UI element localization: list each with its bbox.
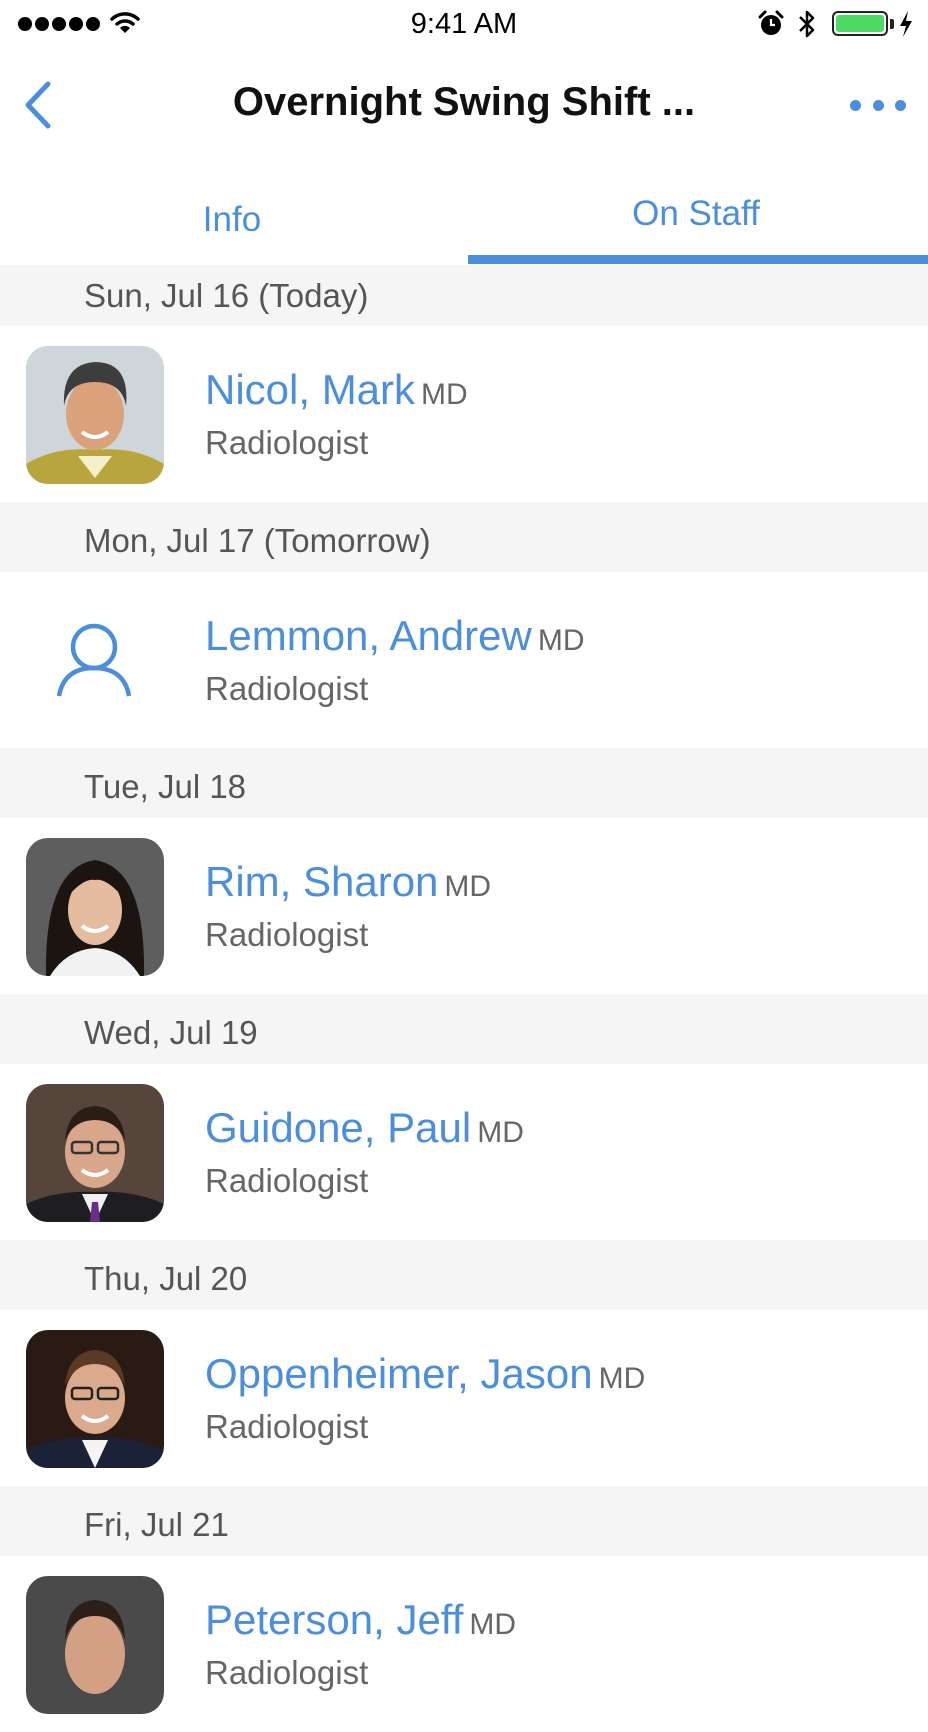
staff-role: Radiologist bbox=[205, 1162, 369, 1199]
staff-role: Radiologist bbox=[205, 916, 369, 953]
section-header-date: Fri, Jul 21 bbox=[0, 1486, 928, 1556]
staff-name: Nicol, Mark bbox=[205, 366, 416, 413]
status-time: 9:41 AM bbox=[410, 8, 518, 40]
tab-info[interactable]: Info bbox=[0, 160, 464, 265]
section-header-date: Mon, Jul 17 (Tomorrow) bbox=[0, 502, 928, 572]
staff-name: Guidone, Paul bbox=[205, 1104, 472, 1151]
on-staff-list: Sun, Jul 16 (Today) Nicol, Mark MD Radiol… bbox=[0, 265, 928, 1732]
staff-row[interactable]: Guidone, Paul MD Radiologist bbox=[0, 1064, 928, 1240]
staff-role: Radiologist bbox=[205, 1654, 369, 1691]
avatar bbox=[26, 346, 164, 484]
staff-degree: MD bbox=[444, 870, 492, 903]
staff-role: Radiologist bbox=[205, 424, 369, 461]
staff-row[interactable]: Oppenheimer, Jason MD Radiologist bbox=[0, 1310, 928, 1486]
staff-row[interactable]: Peterson, Jeff MD Radiologist bbox=[0, 1556, 928, 1732]
battery-cap bbox=[890, 19, 894, 29]
staff-row[interactable]: Lemmon, Andrew MD Radiologist bbox=[0, 572, 928, 748]
staff-degree: MD bbox=[469, 1608, 517, 1641]
tab-on-staff[interactable]: On Staff bbox=[464, 160, 928, 265]
section-header-date: Tue, Jul 18 bbox=[0, 748, 928, 818]
bluetooth-icon bbox=[799, 10, 815, 38]
avatar bbox=[26, 838, 164, 976]
staff-degree: MD bbox=[477, 1116, 524, 1149]
back-button[interactable] bbox=[18, 80, 68, 136]
staff-degree: MD bbox=[598, 1362, 646, 1395]
staff-name: Rim, Sharon bbox=[205, 858, 439, 905]
staff-name-line: Lemmon, Andrew MD bbox=[205, 612, 585, 660]
staff-name-line: Rim, Sharon MD bbox=[205, 858, 491, 906]
staff-row[interactable]: Rim, Sharon MD Radiologist bbox=[0, 818, 928, 994]
nav-bar: Overnight Swing Shift ... bbox=[0, 50, 928, 160]
more-options-button[interactable] bbox=[850, 90, 906, 120]
staff-name-line: Peterson, Jeff MD bbox=[205, 1596, 516, 1644]
avatar bbox=[26, 1330, 164, 1468]
segment-tabs: Info On Staff bbox=[0, 160, 928, 265]
staff-name: Oppenheimer, Jason bbox=[205, 1350, 593, 1397]
ellipsis-icon-dot bbox=[872, 99, 884, 111]
section-header-date: Sun, Jul 16 (Today) bbox=[0, 265, 928, 326]
staff-role: Radiologist bbox=[205, 1408, 369, 1445]
ellipsis-icon-dot bbox=[850, 99, 861, 111]
battery-icon bbox=[832, 11, 888, 36]
person-placeholder-icon bbox=[56, 623, 132, 697]
alarm-clock-icon bbox=[758, 10, 784, 35]
staff-name: Lemmon, Andrew bbox=[205, 612, 532, 659]
staff-row[interactable]: Nicol, Mark MD Radiologist bbox=[0, 326, 928, 502]
page-title: Overnight Swing Shift ... bbox=[232, 80, 696, 124]
staff-name-line: Oppenheimer, Jason MD bbox=[205, 1350, 645, 1398]
staff-name-line: Nicol, Mark MD bbox=[205, 366, 468, 414]
status-bar: 9:41 AM bbox=[0, 0, 928, 50]
chevron-left-icon bbox=[25, 81, 51, 129]
active-tab-indicator bbox=[468, 255, 928, 264]
staff-name-line: Guidone, Paul MD bbox=[205, 1104, 524, 1152]
staff-degree: MD bbox=[421, 378, 468, 411]
staff-name: Peterson, Jeff bbox=[205, 1596, 464, 1643]
section-header-date: Thu, Jul 20 bbox=[0, 1240, 928, 1310]
section-header-date: Wed, Jul 19 bbox=[0, 994, 928, 1064]
charging-bolt-icon bbox=[900, 11, 912, 37]
ellipsis-icon-dot bbox=[895, 99, 906, 111]
staff-role: Radiologist bbox=[205, 670, 369, 707]
avatar bbox=[26, 1576, 164, 1714]
staff-degree: MD bbox=[537, 624, 585, 657]
avatar bbox=[26, 1084, 164, 1222]
